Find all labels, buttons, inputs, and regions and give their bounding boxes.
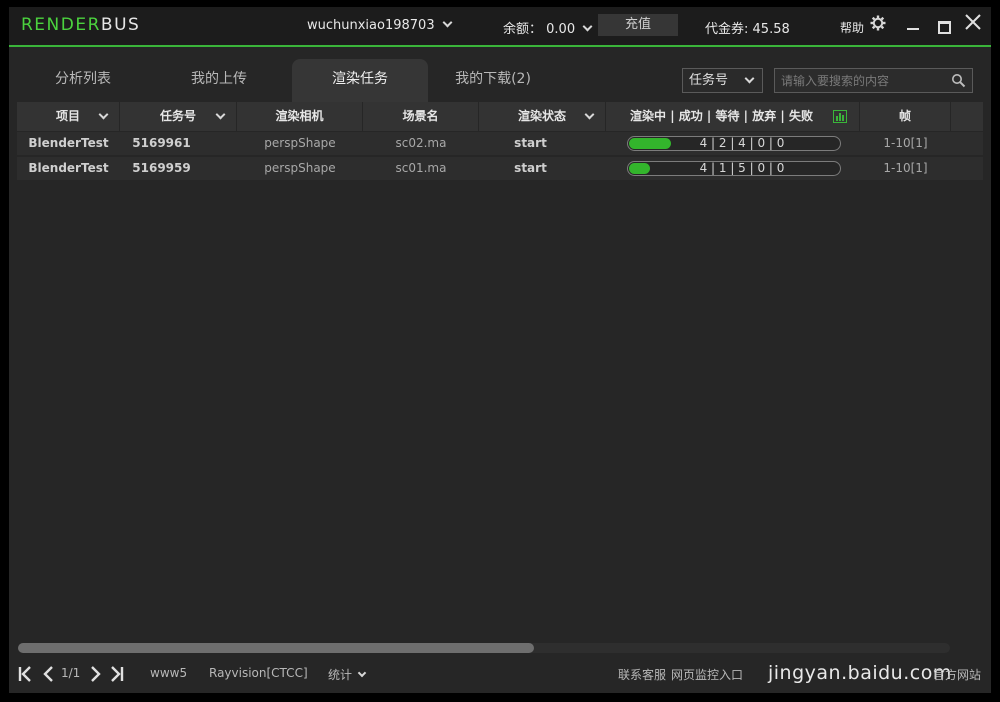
app-logo: RENDERBUS [21,15,140,35]
stats-menu[interactable]: 统计 [328,666,367,683]
cell-scene: sc02.ma [395,136,447,150]
stats-label: 统计 [328,668,353,682]
column-header-progress[interactable]: 渲染中 | 成功 | 等待 | 放弃 | 失败 [606,102,860,131]
progress-text: 4 | 1 | 5 | 0 | 0 [699,161,785,175]
cell-task-id: 5169959 [132,161,191,175]
cell-frames: 1-10[1] [883,161,928,175]
close-icon[interactable] [964,13,984,33]
first-page-icon[interactable] [18,665,34,683]
column-header-task-id[interactable]: 任务号 [120,102,237,131]
official-site-link[interactable]: 官方网站 [933,666,981,683]
page-indicator: 1/1 [61,666,81,680]
scrollbar-thumb[interactable] [18,643,534,653]
user-menu[interactable]: wuchunxiao198703 [307,17,453,33]
search-box [774,68,973,93]
voucher-label: 代金券: [705,22,749,37]
cell-camera: perspShape [264,161,336,175]
tab-my-downloads[interactable]: 我的下载(2) [425,59,561,102]
title-bar: RENDERBUS wuchunxiao198703 余额： 0.00 充值 代… [9,7,991,47]
search-type-select[interactable]: 任务号 [682,68,763,93]
recharge-button[interactable]: 充值 [598,14,678,36]
help-link[interactable]: 帮助 [840,19,864,36]
voucher-value: 45.58 [752,22,790,37]
next-page-icon[interactable] [87,665,103,683]
column-label: 渲染中 | 成功 | 等待 | 放弃 | 失败 [630,109,813,123]
progress-bar: 4 | 1 | 5 | 0 | 0 [627,161,841,176]
watermark-text: jingyan.baidu.com [768,662,952,684]
web-monitor-link[interactable]: 网页监控入口 [671,666,743,683]
cell-scene: sc01.ma [395,161,447,175]
platform-label: Rayvision[CTCC] [209,666,308,680]
cell-task-id: 5169961 [132,136,191,150]
username: wuchunxiao198703 [307,18,435,33]
table-row[interactable]: BlenderTest 5169961 perspShape sc02.ma s… [17,132,983,155]
column-label: 渲染状态 [517,109,566,123]
column-header-scene[interactable]: 场景名 [363,102,479,131]
cell-status: start [514,136,547,150]
chevron-down-icon [584,109,595,120]
cell-project: BlenderTest [28,136,109,150]
progress-text: 4 | 2 | 4 | 0 | 0 [699,136,785,150]
footer-bar: 1/1 www5 Rayvision[CTCC] 统计 联系客服 网页监控入口 … [9,657,991,693]
tab-my-uploads[interactable]: 我的上传 [151,59,287,102]
minimize-icon[interactable] [904,15,924,35]
chevron-down-icon [215,109,226,120]
tab-analysis-list[interactable]: 分析列表 [15,59,151,102]
column-label: 渲染相机 [275,109,324,123]
chevron-down-icon [98,109,109,120]
last-page-icon[interactable] [108,665,124,683]
column-label: 任务号 [159,109,196,123]
maximize-icon[interactable] [934,15,954,35]
chevron-down-icon [442,17,453,28]
support-link[interactable]: 联系客服 [618,666,666,683]
gear-icon[interactable] [870,15,890,35]
cell-project: BlenderTest [28,161,109,175]
search-input[interactable] [775,69,945,92]
column-header-frames[interactable]: 帧 [860,102,951,131]
balance-value: 0.00 [546,22,576,37]
cell-frames: 1-10[1] [883,136,928,150]
table-row[interactable]: BlenderTest 5169959 perspShape sc01.ma s… [17,157,983,180]
task-table: 项目 任务号 渲染相机 场景名 渲染状态 渲染中 | 成功 | 等待 | 放弃 … [17,102,983,650]
column-label: 项目 [55,109,80,123]
prev-page-icon[interactable] [41,665,57,683]
search-type-value: 任务号 [689,73,729,88]
column-header-camera[interactable]: 渲染相机 [237,102,363,131]
cell-status: start [514,161,547,175]
column-label: 场景名 [402,109,439,123]
tab-render-tasks[interactable]: 渲染任务 [292,59,428,102]
search-icon[interactable] [951,73,966,88]
balance-menu[interactable]: 余额： 0.00 [503,18,593,37]
voucher-display: 代金券: 45.58 [705,18,790,37]
column-label: 帧 [898,109,911,123]
chevron-down-icon [357,668,367,678]
balance-label: 余额： [503,22,543,37]
server-label: www5 [150,666,188,680]
bar-chart-icon[interactable] [833,110,847,123]
logo-part-2: BUS [100,15,141,35]
table-header: 项目 任务号 渲染相机 场景名 渲染状态 渲染中 | 成功 | 等待 | 放弃 … [17,102,983,131]
progress-bar: 4 | 2 | 4 | 0 | 0 [627,136,841,151]
logo-part-1: RENDER [21,15,101,35]
column-header-status[interactable]: 渲染状态 [479,102,606,131]
column-header-project[interactable]: 项目 [17,102,120,131]
cell-camera: perspShape [264,136,336,150]
main-window: RENDERBUS wuchunxiao198703 余额： 0.00 充值 代… [9,7,991,693]
chevron-down-icon [744,73,755,84]
chevron-down-icon [582,21,593,32]
horizontal-scrollbar[interactable] [18,643,950,653]
